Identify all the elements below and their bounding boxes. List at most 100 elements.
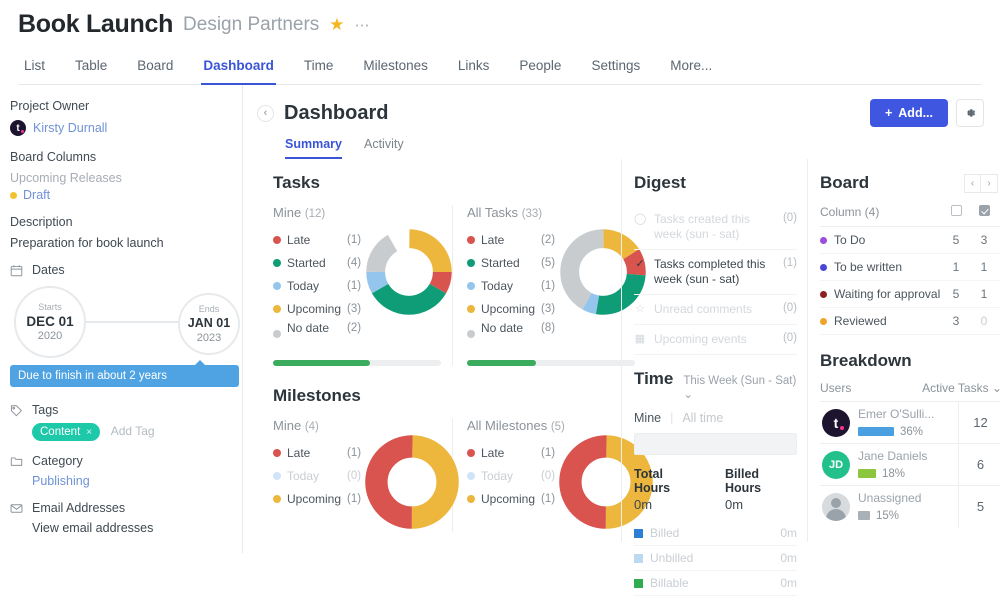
breakdown-user-info: Unassigned 15%	[858, 491, 921, 522]
tab-more[interactable]: More...	[668, 53, 714, 84]
view-email-addresses-link[interactable]: View email addresses	[10, 521, 230, 535]
digest-row-created[interactable]: ◯ Tasks created this week (sun - sat) (0…	[634, 205, 797, 250]
avatar: t	[822, 408, 850, 437]
legend-item[interactable]: Today (1)	[273, 274, 361, 297]
milestones-all-legend: Late (1) Today (0) Upcoming (1)	[467, 441, 555, 510]
legend-item[interactable]: Started (4)	[273, 251, 361, 274]
milestones-all-label: All Milestones	[467, 418, 548, 433]
category-value[interactable]: Publishing	[10, 474, 230, 488]
board-row[interactable]: To Do 5 3	[820, 227, 1000, 254]
board-checkbox-all[interactable]	[942, 205, 970, 219]
digest-row-label: Tasks created this week (sun - sat)	[654, 212, 751, 241]
chevron-left-icon[interactable]: ‹	[964, 173, 981, 193]
status-dot	[10, 191, 17, 199]
tab-settings[interactable]: Settings	[589, 53, 642, 84]
tab-dashboard[interactable]: Dashboard	[201, 53, 276, 85]
description-text: Preparation for book launch	[10, 236, 164, 250]
dates-section: Dates Starts DEC 01 2020 Ends JAN 01 202…	[10, 263, 240, 387]
board-row[interactable]: Reviewed 3 0	[820, 308, 1000, 335]
legend-item[interactable]: Upcoming (3)	[273, 297, 361, 320]
breakdown-pct-bar	[858, 427, 894, 437]
chevron-left-icon[interactable]: ‹	[257, 104, 274, 122]
chevron-right-icon[interactable]: ›	[981, 173, 998, 193]
tab-links[interactable]: Links	[456, 53, 492, 84]
tag-chip[interactable]: Content ×	[32, 423, 101, 441]
legend-dot	[273, 281, 281, 290]
project-owner-name[interactable]: Kirsty Durnall	[33, 121, 107, 135]
legend-item[interactable]: No date (2)	[273, 320, 361, 350]
legend-dot	[273, 235, 281, 244]
breakdown-row[interactable]: Unassigned 15% 5	[820, 485, 1000, 528]
legend-value: (1)	[541, 279, 556, 292]
star-icon[interactable]: ★	[329, 16, 344, 33]
tab-activity[interactable]: Activity	[364, 137, 404, 159]
board-column-label[interactable]: Draft	[23, 188, 50, 202]
add-button[interactable]: + Add...	[869, 99, 948, 127]
tasks-all-progress	[467, 360, 635, 366]
close-icon[interactable]: ×	[86, 427, 92, 438]
legend-item[interactable]: Today (0)	[273, 464, 361, 487]
legend-item[interactable]: Today (0)	[467, 464, 555, 487]
tab-list[interactable]: List	[22, 53, 47, 84]
gear-icon[interactable]	[956, 99, 984, 127]
breakdown-pct-text: 18%	[882, 467, 906, 480]
legend-item[interactable]: Started (5)	[467, 251, 555, 274]
time-tab-alltime[interactable]: All time	[682, 411, 723, 425]
board-row[interactable]: To be written 1 1	[820, 254, 1000, 281]
start-date-circle[interactable]: Starts DEC 01 2020	[14, 286, 86, 358]
total-hours-label: Total Hours	[634, 467, 671, 495]
checkbox-icon	[950, 205, 962, 216]
tasks-panes: Mine (12) Late (1) Started (4) Today (1) Up…	[273, 205, 646, 366]
tab-table[interactable]: Table	[73, 53, 109, 84]
breakdown-sort-selector[interactable]: Active Tasks ⌄	[922, 381, 1000, 395]
digest-title: Digest	[634, 173, 686, 192]
time-range-selector[interactable]: This Week (Sun - Sat) ⌄	[683, 375, 797, 401]
dashboard-content: ‹ Dashboard + Add... Summary Activity Ta…	[243, 85, 1000, 596]
folder-icon	[10, 455, 23, 468]
breakdown-user: t Emer O'Sulli... 36%	[820, 407, 958, 438]
tab-people[interactable]: People	[517, 53, 563, 84]
legend-item[interactable]: Late (2)	[467, 228, 555, 251]
breakdown-header: Users Active Tasks ⌄	[820, 381, 1000, 401]
legend-item[interactable]: Late (1)	[467, 441, 555, 464]
milestones-mine-donut	[365, 435, 459, 532]
checkbox-checked-icon	[978, 205, 990, 216]
legend-label: Late	[287, 445, 311, 460]
legend-item[interactable]: Upcoming (1)	[467, 487, 555, 510]
tab-board[interactable]: Board	[135, 53, 175, 84]
digest-row-events[interactable]: ▦ Upcoming events (0)	[634, 325, 797, 355]
legend-value: (0)	[347, 469, 362, 482]
milestones-pane-mine: Mine (4) Late (1) Today (0) Upcoming (1)	[273, 418, 459, 532]
end-date-circle[interactable]: Ends JAN 01 2023	[178, 293, 240, 355]
breakdown-row[interactable]: JD Jane Daniels 18% 6	[820, 443, 1000, 486]
time-tab-mine[interactable]: Mine	[634, 411, 661, 425]
breakdown-value: 12	[958, 401, 1000, 444]
board-column-item[interactable]: Draft	[10, 188, 230, 202]
legend-item[interactable]: Today (1)	[467, 274, 555, 297]
progress-fill	[467, 360, 536, 366]
tab-summary[interactable]: Summary	[285, 137, 342, 159]
milestones-mine-legend: Late (1) Today (0) Upcoming (1)	[273, 441, 361, 510]
breakdown-row[interactable]: t Emer O'Sulli... 36% 12	[820, 401, 1000, 444]
legend-item[interactable]: Late (1)	[273, 228, 361, 251]
legend-item[interactable]: Upcoming (1)	[273, 487, 361, 510]
tasks-pane-mine: Mine (12) Late (1) Started (4) Today (1) Up…	[273, 205, 453, 366]
board-row[interactable]: Waiting for approval 5 1	[820, 281, 1000, 308]
board-checkbox-mine[interactable]	[970, 205, 998, 219]
time-row-billed: Billed 0m	[634, 521, 797, 546]
legend-item[interactable]: Late (1)	[273, 441, 361, 464]
board-row-name: To be written	[820, 260, 942, 274]
add-tag-button[interactable]: Add Tag	[111, 424, 155, 438]
digest-row-completed[interactable]: ✓ Tasks completed this week (sun - sat) …	[634, 250, 797, 295]
email-label: Email Addresses	[32, 501, 126, 515]
digest-row-comments[interactable]: ☆ Unread comments (0)	[634, 295, 797, 325]
legend-item[interactable]: No date (8)	[467, 320, 555, 350]
project-owner-row[interactable]: t Kirsty Durnall	[10, 120, 230, 136]
legend-item[interactable]: Upcoming (3)	[467, 297, 555, 320]
ellipsis-icon[interactable]: ⋯	[355, 16, 371, 34]
tab-time[interactable]: Time	[302, 53, 336, 84]
legend-swatch	[634, 553, 643, 563]
tab-milestones[interactable]: Milestones	[361, 53, 430, 84]
description-section: Description Preparation for book launch	[10, 215, 230, 250]
tasks-mine-progress	[273, 360, 441, 366]
